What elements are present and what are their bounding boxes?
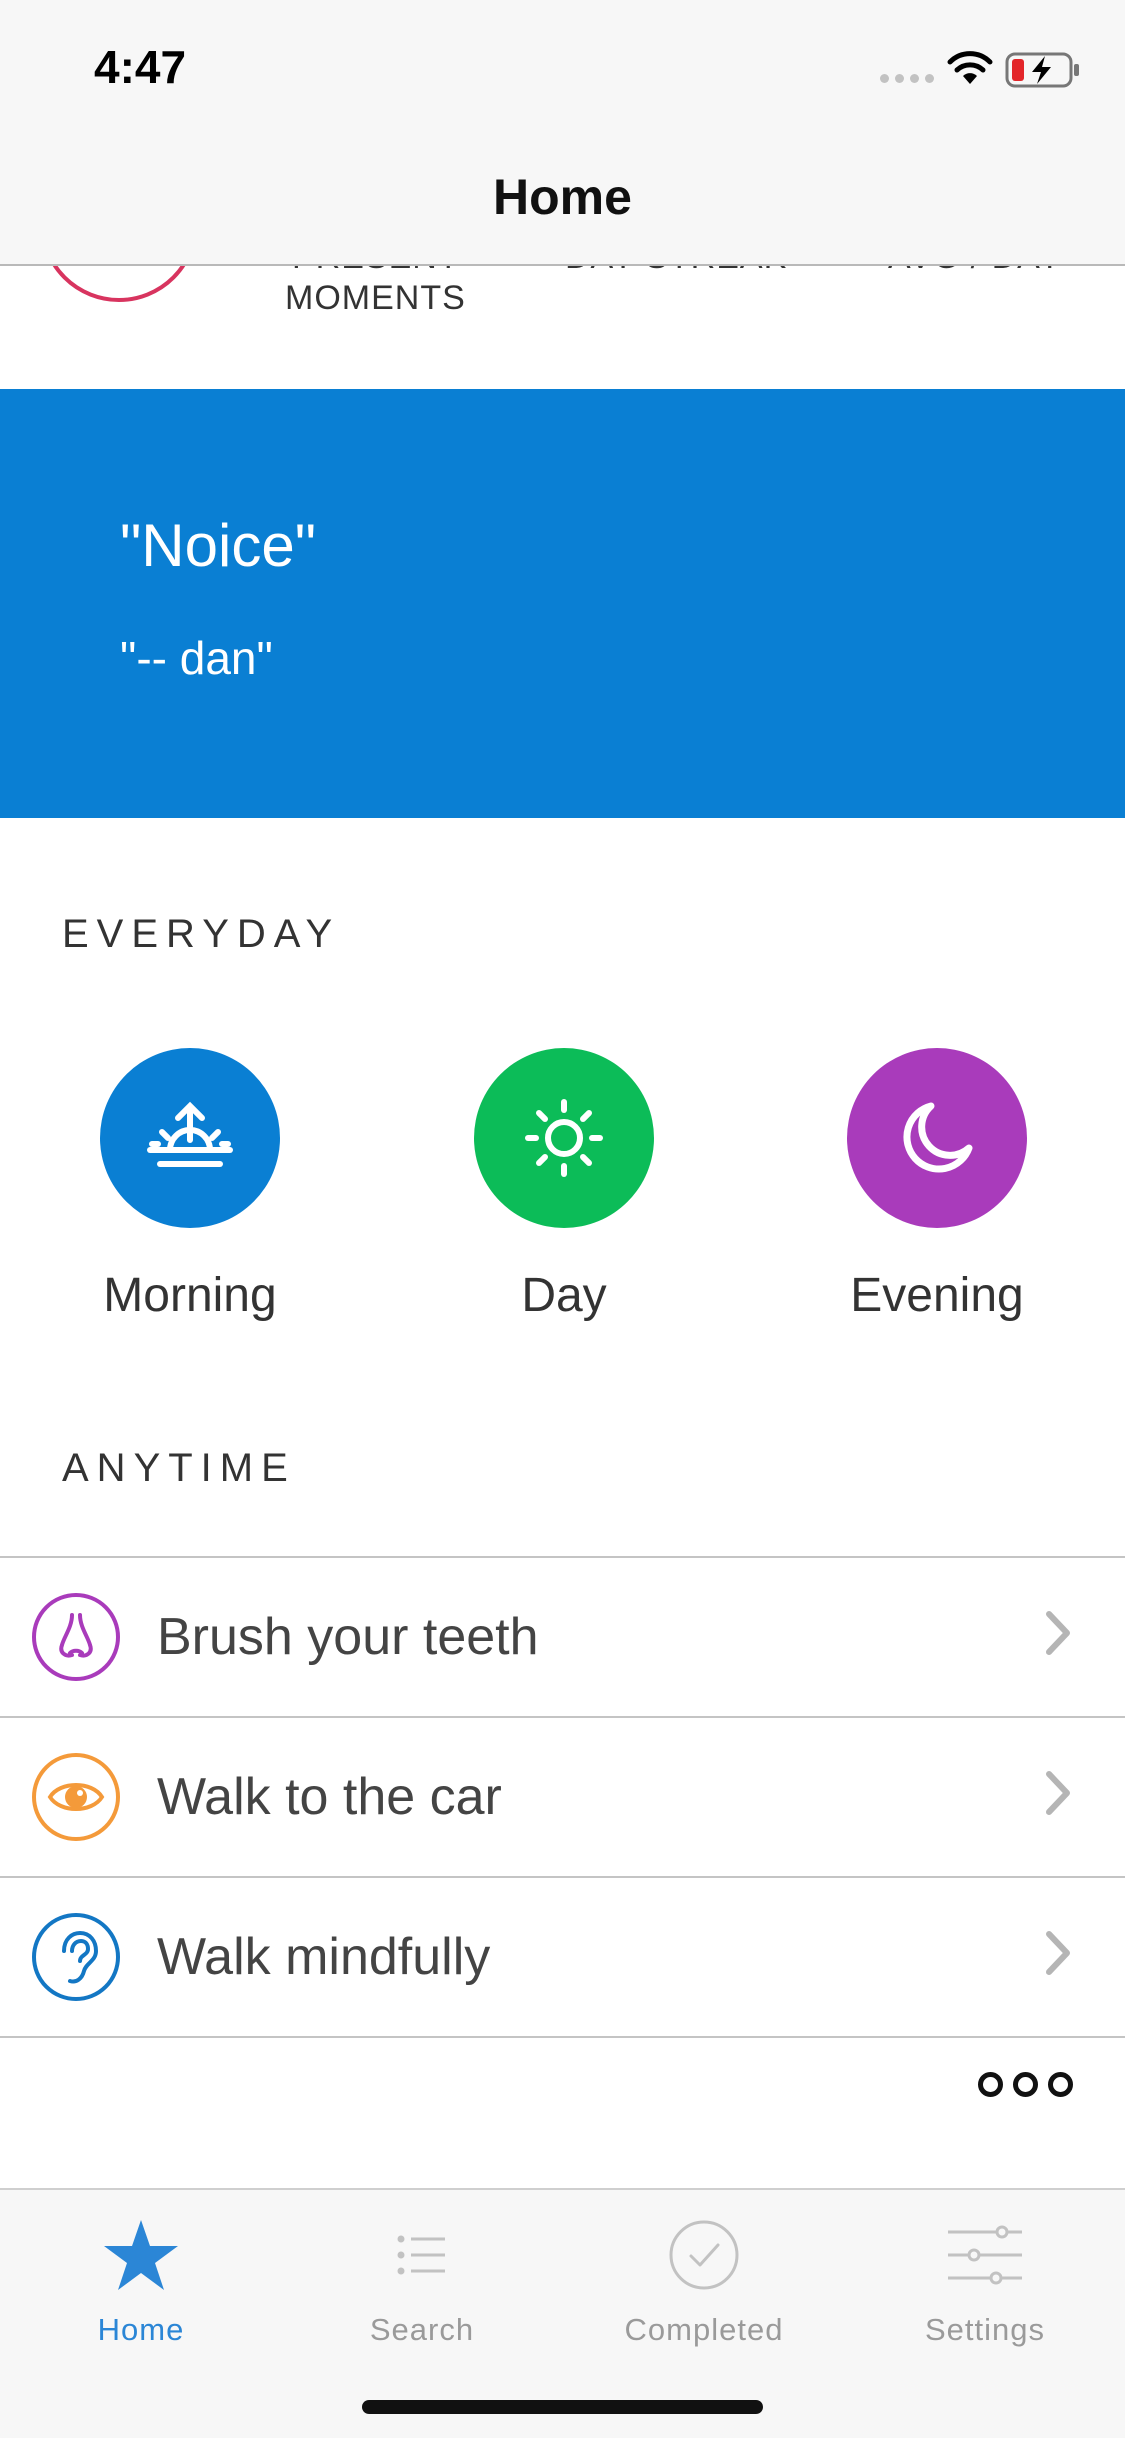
chevron-right-icon [1046, 1931, 1070, 1975]
status-bar: 4:47 [0, 0, 1125, 140]
everyday-label: Evening [850, 1269, 1024, 1322]
cellular-signal-icon [880, 74, 934, 83]
sun-icon [474, 1048, 654, 1228]
list-item[interactable]: Walk to the car [0, 1716, 1125, 1876]
section-title-anytime: ANYTIME [62, 1446, 296, 1490]
list-item[interactable]: Walk mindfully [0, 1876, 1125, 2038]
tab-label: Home [97, 2312, 185, 2347]
status-time: 4:47 [94, 41, 187, 93]
sliders-icon [885, 2210, 1085, 2300]
list-item-label: Walk to the car [157, 1768, 502, 1826]
list-item-label: Walk mindfully [157, 1928, 491, 1986]
everyday-evening-button[interactable]: Evening [797, 1048, 1077, 1323]
moon-icon [847, 1048, 1027, 1228]
nose-icon [32, 1593, 120, 1681]
more-options-icon[interactable] [978, 2072, 1073, 2097]
list-icon [322, 2210, 522, 2300]
chevron-right-icon [1046, 1771, 1070, 1815]
quote-text: "Noice" [120, 512, 316, 579]
checkmark-circle-icon [604, 2210, 804, 2300]
section-title-everyday: EVERYDAY [62, 912, 341, 956]
quote-author: "-- dan" [120, 632, 273, 684]
tab-label: Settings [924, 2312, 1045, 2347]
everyday-morning-button[interactable]: Morning [50, 1048, 330, 1323]
everyday-day-button[interactable]: Day [424, 1048, 704, 1323]
stat-label-moments: MOMENTS [285, 279, 466, 317]
stats-row: PRESENT MOMENTS DAY STREAK AVG / DAY [0, 264, 1125, 389]
eye-icon [32, 1753, 120, 1841]
list-item-label: Brush your teeth [157, 1608, 539, 1666]
tab-settings[interactable]: Settings [885, 2210, 1085, 2348]
page-title: Home [493, 169, 632, 225]
everyday-label: Morning [103, 1269, 277, 1322]
wifi-icon [947, 51, 993, 84]
tab-completed[interactable]: Completed [604, 2210, 804, 2348]
progress-ring [40, 264, 198, 302]
tab-search[interactable]: Search [322, 2210, 522, 2348]
tab-home[interactable]: Home [41, 2210, 241, 2348]
battery-charging-icon [1005, 52, 1079, 88]
chevron-right-icon [1046, 1611, 1070, 1655]
star-icon [41, 2210, 241, 2300]
navigation-bar: Home [0, 140, 1125, 266]
home-indicator[interactable] [362, 2400, 763, 2414]
quote-banner: "Noice" "-- dan" [0, 389, 1125, 818]
anytime-list: Brush your teeth Walk to the car Walk mi… [0, 1556, 1125, 2038]
tab-label: Search [369, 2312, 475, 2347]
list-item[interactable]: Brush your teeth [0, 1556, 1125, 1716]
sunrise-icon [100, 1048, 280, 1228]
ear-icon [32, 1913, 120, 2001]
everyday-label: Day [521, 1269, 607, 1322]
tab-label: Completed [624, 2312, 784, 2347]
